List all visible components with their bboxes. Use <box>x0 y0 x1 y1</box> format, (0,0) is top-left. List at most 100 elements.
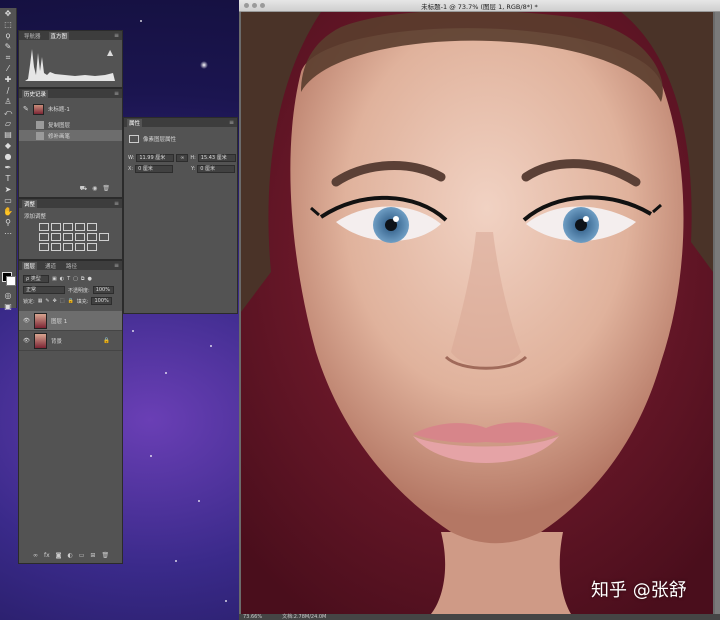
tab-paths[interactable]: 路径 <box>64 262 79 270</box>
levels-icon[interactable] <box>51 223 61 231</box>
fx-icon[interactable]: fx <box>44 552 50 559</box>
tab-history[interactable]: 历史记录 <box>22 89 49 98</box>
tab-layers[interactable]: 图层 <box>22 261 38 270</box>
black-white-icon[interactable] <box>63 233 73 241</box>
tab-properties[interactable]: 属性 <box>127 118 143 127</box>
background-color-swatch[interactable] <box>6 276 16 286</box>
blend-mode-select[interactable]: 正常 <box>23 286 65 294</box>
exposure-icon[interactable] <box>75 223 85 231</box>
history-snapshot[interactable]: ✎ 未标题-1 <box>19 101 122 117</box>
lasso-tool-icon[interactable]: ϙ <box>1 30 15 41</box>
width-field[interactable]: 11.99 厘米 <box>136 154 175 162</box>
filter-toggle-icon[interactable]: ● <box>87 276 91 282</box>
gradient-map-icon[interactable] <box>75 243 85 251</box>
channel-mixer-icon[interactable] <box>87 233 97 241</box>
lock-transparent-icon[interactable]: ▦ <box>38 298 43 304</box>
link-icon[interactable]: ∞ <box>176 154 189 162</box>
tab-histogram[interactable]: 直方图 <box>48 31 70 40</box>
panel-menu-icon[interactable]: ≡ <box>114 200 119 207</box>
lock-artboard-icon[interactable]: ⬚ <box>60 298 65 304</box>
camera-snapshot-icon[interactable]: ◉ <box>92 185 97 193</box>
history-brush-tool-icon[interactable]: ⤺ <box>1 107 15 118</box>
history-state-item[interactable]: 复制图层 <box>19 119 122 130</box>
document-info[interactable]: 文档:2.78M/24.0M <box>282 614 326 620</box>
close-window-button[interactable] <box>244 3 249 8</box>
history-brush-source-icon[interactable]: ✎ <box>23 105 29 113</box>
histogram-graph: ▲ <box>25 48 115 81</box>
properties-panel: 属性 ≡ 像素图层属性 W: 11.99 厘米 ∞ H: 15.43 厘米 X:… <box>123 117 238 314</box>
selective-color-icon[interactable] <box>87 243 97 251</box>
folder-icon[interactable]: ▭ <box>79 552 85 559</box>
quick-select-tool-icon[interactable]: ✎ <box>1 41 15 52</box>
lock-pixels-icon[interactable]: ✎ <box>45 298 49 304</box>
layer-row[interactable]: 👁 背景 🔒 <box>19 331 122 351</box>
zoom-tool-icon[interactable]: ⚲ <box>1 217 15 228</box>
trash-icon[interactable]: 🗑 <box>102 185 110 193</box>
shape-tool-icon[interactable]: ▭ <box>1 195 15 206</box>
link-layers-icon[interactable]: ∞ <box>33 552 38 559</box>
filter-shape-icon[interactable]: ▢ <box>73 276 78 282</box>
zoom-window-button[interactable] <box>260 3 265 8</box>
more-tools-icon[interactable]: ⋯ <box>1 228 15 239</box>
new-layer-icon[interactable]: ⊞ <box>90 552 95 559</box>
document-canvas[interactable]: 知乎 @张舒 <box>241 12 713 614</box>
blur-tool-icon[interactable]: ◆ <box>1 140 15 151</box>
dodge-tool-icon[interactable]: ● <box>1 151 15 162</box>
x-field[interactable]: 0 厘米 <box>135 165 174 173</box>
filter-pixel-icon[interactable]: ▣ <box>52 276 57 282</box>
opacity-field[interactable]: 100% <box>92 286 114 294</box>
hue-saturation-icon[interactable] <box>39 233 49 241</box>
eraser-tool-icon[interactable]: ▱ <box>1 118 15 129</box>
vertical-scrollbar[interactable] <box>715 12 720 614</box>
marquee-tool-icon[interactable]: ⬚ <box>1 19 15 30</box>
panel-menu-icon[interactable]: ≡ <box>114 90 119 97</box>
lock-position-icon[interactable]: ✥ <box>53 298 57 304</box>
hand-tool-icon[interactable]: ✋ <box>1 206 15 217</box>
posterize-icon[interactable] <box>51 243 61 251</box>
path-select-tool-icon[interactable]: ➤ <box>1 184 15 195</box>
move-tool-icon[interactable]: ✥ <box>1 8 15 19</box>
pen-tool-icon[interactable]: ✒ <box>1 162 15 173</box>
tab-adjustments[interactable]: 调整 <box>22 199 38 208</box>
invert-icon[interactable] <box>39 243 49 251</box>
height-field[interactable]: 15.43 厘米 <box>197 154 236 162</box>
tab-navigator[interactable]: 导航器 <box>22 32 43 40</box>
color-balance-icon[interactable] <box>51 233 61 241</box>
clone-stamp-tool-icon[interactable]: ♙ <box>1 96 15 107</box>
screen-mode-icon[interactable]: ▣ <box>1 301 15 312</box>
y-field[interactable]: 0 厘米 <box>197 165 236 173</box>
filter-smart-icon[interactable]: ⧉ <box>81 276 85 282</box>
layer-filter-select[interactable]: ρ 类型 <box>23 275 49 283</box>
history-state-item-selected[interactable]: 修补画笔 <box>19 130 122 141</box>
curves-icon[interactable] <box>63 223 73 231</box>
layer-row-selected[interactable]: 👁 图层 1 <box>19 311 122 331</box>
brush-tool-icon[interactable]: ∕ <box>1 85 15 96</box>
panel-menu-icon[interactable]: ≡ <box>114 262 119 269</box>
visibility-eye-icon[interactable]: 👁 <box>23 318 30 324</box>
trash-icon[interactable]: 🗑 <box>101 552 109 559</box>
fill-field[interactable]: 100% <box>91 297 113 305</box>
zoom-level[interactable]: 73.66% <box>243 614 262 620</box>
minimize-window-button[interactable] <box>252 3 257 8</box>
filter-type-icon[interactable]: T <box>67 276 70 282</box>
new-document-from-state-icon[interactable]: ⛟ <box>80 185 88 193</box>
eyedropper-tool-icon[interactable]: ⁄ <box>1 63 15 74</box>
healing-brush-tool-icon[interactable]: ✚ <box>1 74 15 85</box>
gradient-tool-icon[interactable]: ▤ <box>1 129 15 140</box>
threshold-icon[interactable] <box>63 243 73 251</box>
brightness-icon[interactable] <box>39 223 49 231</box>
type-tool-icon[interactable]: T <box>1 173 15 184</box>
visibility-eye-icon[interactable]: 👁 <box>23 338 30 344</box>
quick-mask-icon[interactable]: ◎ <box>1 290 15 301</box>
tab-channels[interactable]: 通道 <box>43 262 58 270</box>
panel-menu-icon[interactable]: ≡ <box>229 119 234 126</box>
photo-filter-icon[interactable] <box>75 233 85 241</box>
lock-all-icon[interactable]: 🔒 <box>68 298 74 304</box>
panel-menu-icon[interactable]: ≡ <box>114 32 119 39</box>
crop-tool-icon[interactable]: ⌗ <box>1 52 15 63</box>
adjustment-layer-icon[interactable]: ◐ <box>68 552 73 559</box>
vibrance-icon[interactable] <box>87 223 97 231</box>
mask-icon[interactable]: ◙ <box>56 552 62 559</box>
filter-adjust-icon[interactable]: ◐ <box>60 276 64 282</box>
color-lookup-icon[interactable] <box>99 233 109 241</box>
